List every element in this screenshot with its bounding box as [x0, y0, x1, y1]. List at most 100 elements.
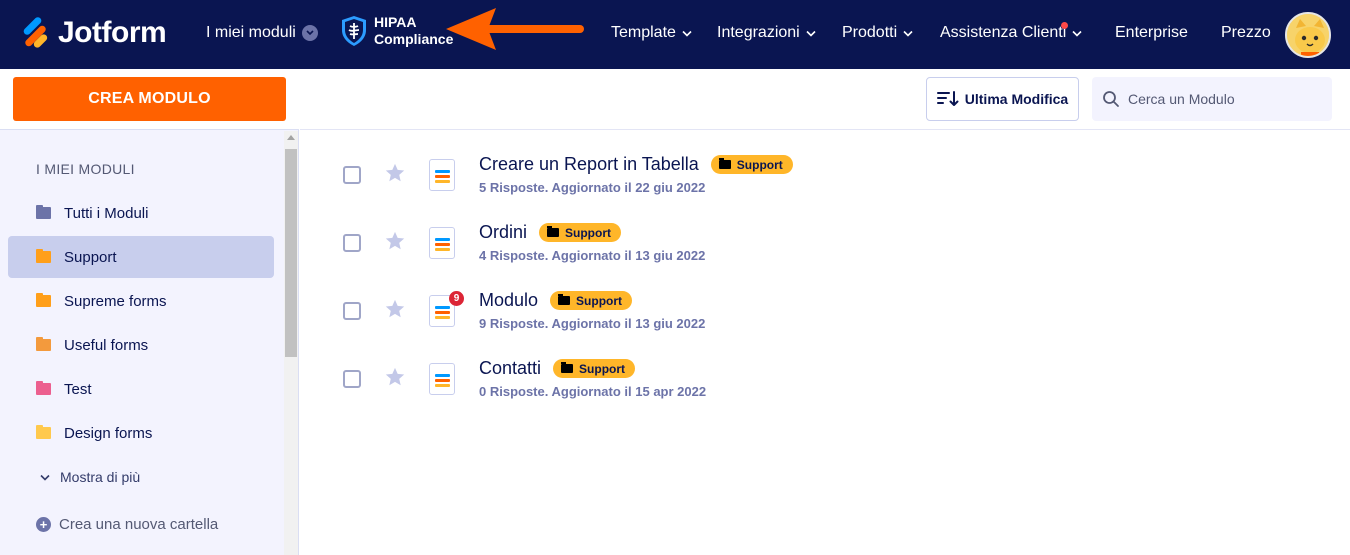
sort-button[interactable]: Ultima Modifica — [926, 77, 1079, 121]
form-title[interactable]: Creare un Report in Tabella — [479, 154, 699, 175]
folder-icon — [36, 249, 51, 263]
chevron-down-icon — [40, 474, 50, 481]
folder-icon — [36, 205, 51, 219]
orange-arrow-annotation — [446, 8, 584, 50]
nav-integrations[interactable]: Integrazioni — [717, 24, 816, 42]
folder-icon — [558, 294, 571, 305]
sort-label: Ultima Modifica — [964, 91, 1069, 107]
form-icon — [429, 227, 455, 259]
folder-icon — [36, 381, 51, 395]
star-icon[interactable] — [384, 366, 406, 388]
hipaa-shield-icon — [342, 16, 366, 46]
star-icon[interactable] — [384, 298, 406, 320]
folder-tag-label: Support — [565, 225, 612, 240]
form-row[interactable]: Creare un Report in Tabella Support 5 Ri… — [330, 150, 1330, 210]
scroll-up-arrow-icon[interactable] — [287, 135, 295, 140]
folder-label: Test — [64, 380, 92, 398]
create-new-folder-button[interactable]: + Crea una nuova cartella — [36, 516, 218, 533]
create-new-folder-label: Crea una nuova cartella — [59, 516, 219, 533]
chevron-down-icon — [1072, 30, 1082, 37]
folder-icon — [547, 226, 560, 237]
sidebar-top: CREA MODULO — [0, 69, 299, 130]
nav-products-label: Prodotti — [842, 24, 898, 41]
nav-template[interactable]: Template — [611, 24, 692, 42]
folder-icon — [561, 362, 574, 373]
folder-tag-label: Support — [576, 293, 623, 308]
chevron-down-icon — [301, 25, 318, 41]
sidebar-item-support[interactable]: Support — [8, 236, 274, 278]
brand-name: Jotform — [58, 16, 167, 49]
form-meta: 0 Risposte. Aggiornato il 15 apr 2022 — [479, 384, 707, 399]
jotform-logo-icon — [20, 17, 48, 48]
nav-customer-support-label: Assistenza Clienti — [940, 24, 1067, 41]
form-meta: 5 Risposte. Aggiornato il 22 giu 2022 — [479, 180, 706, 195]
folder-icon — [718, 158, 731, 169]
folder-label: Support — [64, 248, 117, 266]
folder-tag[interactable]: Support — [550, 291, 633, 310]
folder-tag-label: Support — [736, 157, 783, 172]
notification-dot — [1061, 22, 1069, 29]
folder-label: Tutti i Moduli — [64, 204, 149, 222]
form-title[interactable]: Ordini — [479, 222, 527, 243]
form-checkbox[interactable] — [343, 234, 361, 252]
folder-label: Design forms — [64, 424, 153, 442]
chevron-down-icon — [806, 30, 816, 37]
user-avatar[interactable] — [1285, 12, 1331, 58]
nav-products[interactable]: Prodotti — [842, 24, 913, 42]
scrollbar-thumb[interactable] — [285, 149, 297, 357]
form-meta: 4 Risposte. Aggiornato il 13 giu 2022 — [479, 248, 706, 263]
star-icon[interactable] — [384, 162, 406, 184]
nav-enterprise-label: Enterprise — [1115, 24, 1188, 41]
show-more-button[interactable]: Mostra di più — [40, 469, 140, 485]
folder-tag-label: Support — [579, 361, 626, 376]
sidebar-item-all-forms[interactable]: Tutti i Moduli — [8, 192, 274, 234]
unread-badge: 9 — [449, 291, 464, 306]
nav-enterprise[interactable]: Enterprise — [1115, 24, 1188, 42]
my-forms-section-title: I MIEI MODULI — [36, 161, 135, 177]
chevron-down-icon — [682, 30, 692, 37]
sidebar-item-useful-forms[interactable]: Useful forms — [8, 324, 274, 366]
sidebar-item-test[interactable]: Test — [8, 368, 274, 410]
form-meta: 9 Risposte. Aggiornato il 13 giu 2022 — [479, 316, 706, 331]
sort-icon — [936, 91, 959, 106]
star-icon[interactable] — [384, 230, 406, 252]
search-icon — [1103, 91, 1119, 107]
form-row[interactable]: Ordini Support 4 Risposte. Aggiornato il… — [330, 218, 1330, 278]
nav-customer-support[interactable]: Assistenza Clienti — [940, 22, 1082, 42]
nav-pricing-label: Prezzo — [1221, 24, 1271, 41]
folder-label: Useful forms — [64, 336, 149, 354]
folder-label: Supreme forms — [64, 292, 167, 310]
form-row[interactable]: 9 Modulo Support 9 Risposte. Aggiornato … — [330, 286, 1330, 346]
main-toolbar: Ultima Modifica — [300, 69, 1350, 130]
form-checkbox[interactable] — [343, 302, 361, 320]
folder-icon — [36, 425, 51, 439]
jotform-logo[interactable]: Jotform — [18, 15, 167, 51]
form-checkbox[interactable] — [343, 166, 361, 184]
folder-icon — [36, 293, 51, 307]
folder-tag[interactable]: Support — [710, 155, 793, 174]
folder-tag[interactable]: Support — [539, 223, 622, 242]
chevron-down-icon — [903, 30, 913, 37]
form-checkbox[interactable] — [343, 370, 361, 388]
plus-icon: + — [36, 517, 51, 532]
folder-icon — [36, 337, 51, 351]
my-modules-menu[interactable]: I miei moduli — [206, 24, 318, 42]
sidebar-item-design-forms[interactable]: Design forms — [8, 412, 274, 454]
form-row[interactable]: Contatti Support 0 Risposte. Aggiornato … — [330, 354, 1330, 414]
form-icon — [429, 159, 455, 191]
form-title[interactable]: Modulo — [479, 290, 538, 311]
sidebar: CREA MODULO I MIEI MODULI Tutti i Moduli… — [0, 69, 299, 555]
sidebar-scrollbar[interactable] — [284, 131, 298, 555]
nav-pricing[interactable]: Prezzo — [1221, 24, 1271, 42]
folder-tag[interactable]: Support — [553, 359, 636, 378]
form-title[interactable]: Contatti — [479, 358, 541, 379]
hipaa-compliance-link[interactable]: HIPAA Compliance — [340, 14, 453, 48]
nav-integrations-label: Integrazioni — [717, 24, 800, 41]
search-input[interactable] — [1128, 91, 1318, 107]
sidebar-item-supreme-forms[interactable]: Supreme forms — [8, 280, 274, 322]
form-icon — [429, 363, 455, 395]
cat-avatar-icon — [1287, 14, 1329, 56]
search-box[interactable] — [1092, 77, 1332, 121]
my-modules-label: I miei moduli — [206, 24, 296, 41]
create-form-button[interactable]: CREA MODULO — [13, 77, 286, 121]
